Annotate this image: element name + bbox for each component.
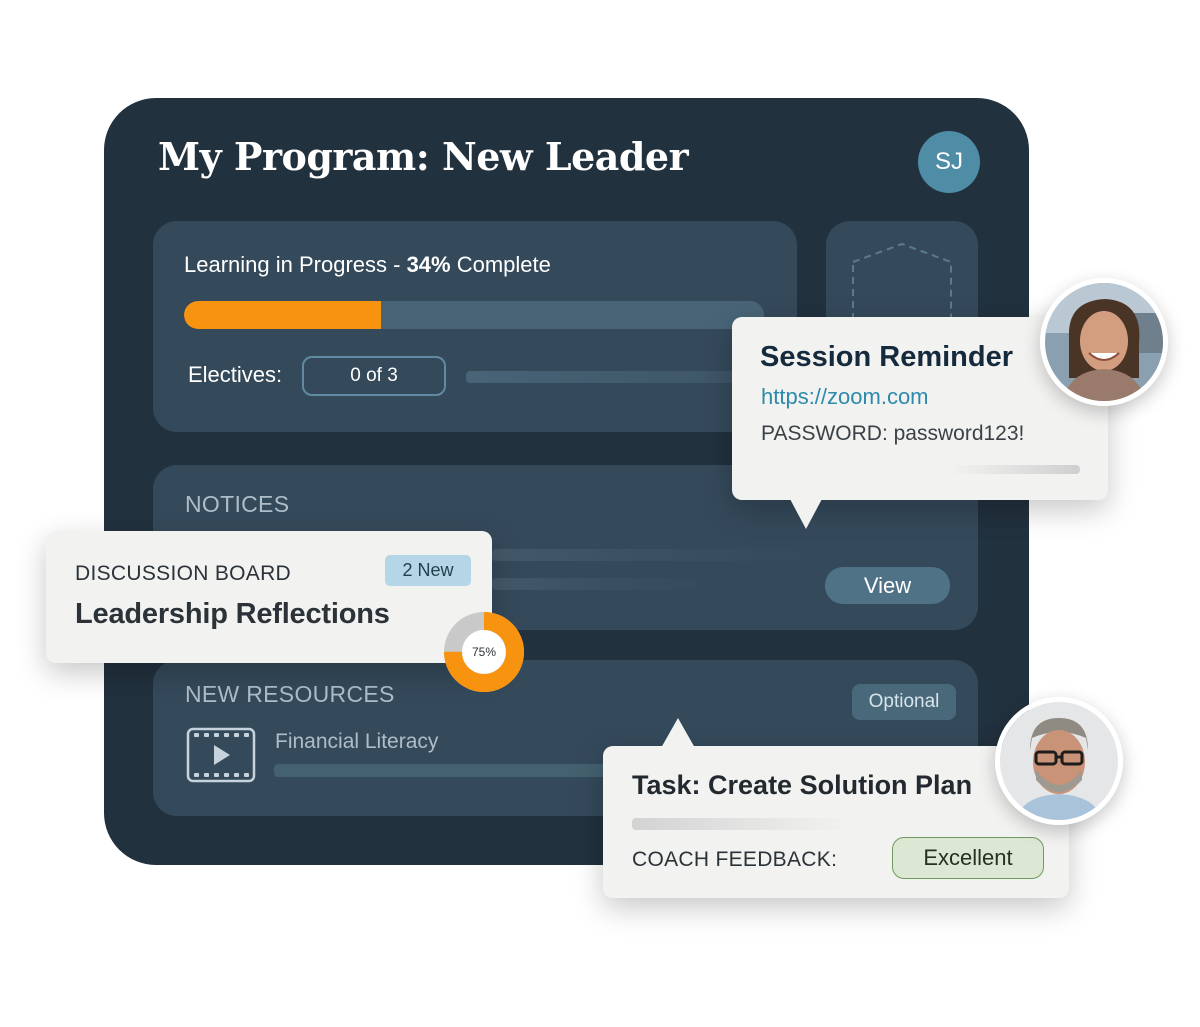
completion-donut: 75% [444, 612, 524, 692]
view-button[interactable]: View [825, 567, 950, 604]
resources-heading: NEW RESOURCES [185, 681, 395, 707]
zoom-link[interactable]: https://zoom.com [761, 384, 929, 410]
task-pointer [661, 718, 695, 748]
feedback-rating-badge: Excellent [892, 837, 1044, 879]
electives-placeholder-bar [466, 371, 736, 383]
coach-feedback-label: COACH FEEDBACK: [632, 848, 838, 871]
page-title: My Program: New Leader [158, 134, 689, 179]
reminder-password: PASSWORD: password123! [761, 422, 1025, 445]
woman-portrait-icon [1045, 283, 1163, 401]
user-avatar[interactable]: SJ [918, 131, 980, 193]
progress-bar [184, 301, 764, 329]
man-portrait-icon [1000, 702, 1118, 820]
notices-heading: NOTICES [185, 491, 290, 517]
video-icon[interactable] [186, 727, 256, 783]
notice-placeholder-bar [492, 578, 722, 590]
notice-placeholder-bar [492, 549, 822, 561]
coach-photo-man [995, 697, 1123, 825]
reminder-placeholder-bar [950, 465, 1080, 474]
discussion-board-label: DISCUSSION BOARD [75, 562, 291, 585]
resource-placeholder-bar [274, 764, 614, 777]
task-placeholder-bar [632, 818, 852, 830]
reminder-pointer [790, 499, 822, 529]
new-count-badge: 2 New [385, 555, 471, 586]
electives-count: 0 of 3 [302, 356, 446, 396]
progress-bar-fill [184, 301, 382, 329]
progress-label-suffix: Complete [450, 252, 551, 277]
discussion-board-card[interactable] [46, 531, 492, 663]
reminder-title: Session Reminder [760, 341, 1014, 373]
discussion-title[interactable]: Leadership Reflections [75, 598, 390, 631]
progress-label-prefix: Learning in Progress - [184, 252, 407, 277]
donut-label: 75% [472, 645, 496, 659]
coach-photo-woman [1040, 278, 1168, 406]
progress-label: Learning in Progress - 34% Complete [184, 252, 551, 278]
task-title[interactable]: Task: Create Solution Plan [632, 770, 972, 801]
optional-badge: Optional [852, 684, 956, 720]
electives-label: Electives: [188, 362, 283, 387]
progress-percent: 34% [406, 252, 451, 277]
resource-title[interactable]: Financial Literacy [275, 730, 438, 754]
